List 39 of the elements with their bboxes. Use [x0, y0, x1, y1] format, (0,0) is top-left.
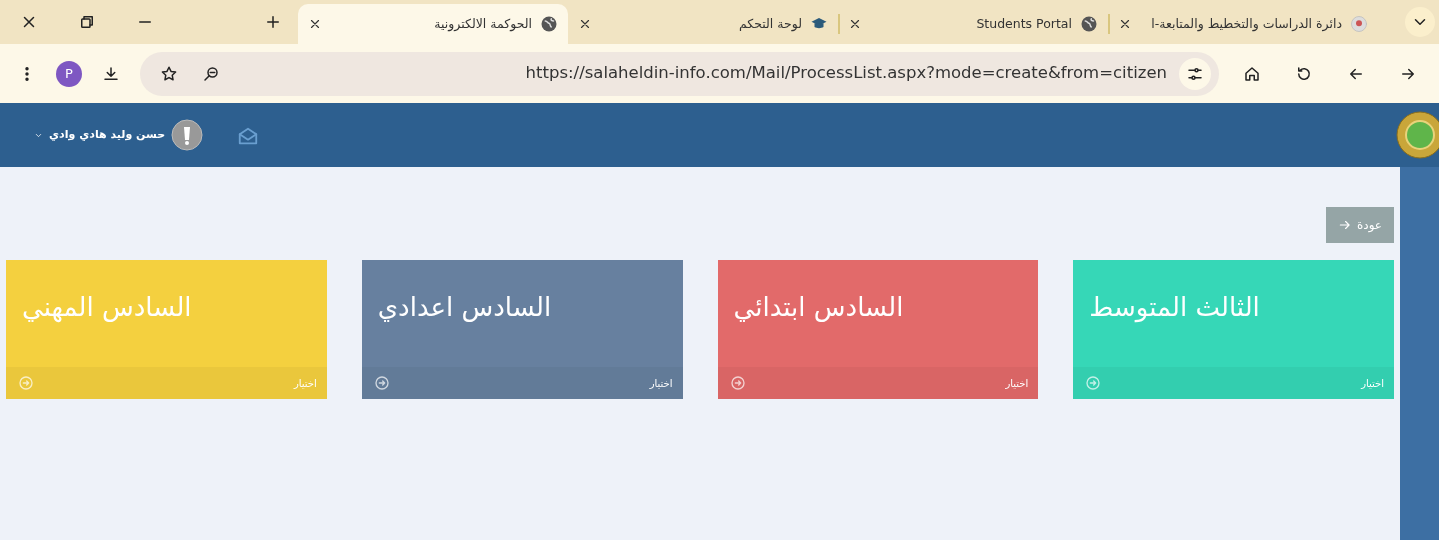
arrow-circle-icon	[18, 375, 34, 391]
profile-avatar[interactable]: P	[56, 60, 82, 87]
globe-icon	[1080, 15, 1098, 34]
arrow-circle-icon	[1085, 375, 1102, 391]
arrow-circle-icon	[729, 375, 746, 391]
tab-title: لوحة التحكم	[738, 14, 802, 34]
emblem-logo[interactable]	[1395, 110, 1439, 160]
browser-tab[interactable]: Students Portal	[838, 4, 1108, 44]
back-button[interactable]: عودة	[1326, 207, 1394, 243]
card-title: السادس اعدادي	[376, 291, 553, 324]
restore-icon[interactable]	[78, 13, 96, 31]
globe-icon	[540, 15, 558, 34]
browser-tab[interactable]: الحوكمة الالكترونية	[298, 4, 568, 44]
card-title: السادس ابتدائي	[732, 291, 905, 324]
star-icon[interactable]	[160, 64, 178, 83]
select-link[interactable]: اختيار	[1005, 375, 1029, 391]
address-bar[interactable]: https://salaheldin-info.com/Mail/ProcessList.aspx?mode=create&from=citizen	[140, 51, 1219, 96]
grade-card[interactable]: السادس اعدادي اختيار	[361, 260, 683, 399]
card-title: الثالث المتوسط	[1088, 291, 1261, 325]
caret-icon[interactable]	[34, 131, 43, 140]
url-text: https://salaheldin-info.com/Mail/ProcessList.aspx?mode=create&from=citizen	[524, 62, 1167, 85]
browser-tab[interactable]: دائرة الدراسات والتخطيط والمتابعة-ا	[1108, 4, 1378, 44]
user-name[interactable]: حسن وليد هادي وادي	[49, 126, 166, 144]
zoom-out-icon[interactable]	[202, 64, 220, 83]
arrow-circle-icon	[373, 375, 390, 391]
grade-card[interactable]: السادس ابتدائي اختيار	[717, 260, 1039, 399]
user-avatar-icon[interactable]	[171, 119, 204, 151]
download-icon[interactable]	[102, 64, 120, 83]
emblem-icon	[1350, 15, 1368, 34]
arrow-right-icon	[1338, 218, 1352, 232]
new-tab-icon[interactable]	[264, 13, 282, 31]
tab-title: دائرة الدراسات والتخطيط والمتابعة-ا	[1150, 14, 1342, 34]
reload-icon[interactable]	[1295, 64, 1313, 83]
tab-title: الحوكمة الالكترونية	[433, 14, 532, 34]
tab-title: Students Portal	[975, 14, 1072, 33]
card-title: السادس المهني	[21, 291, 193, 325]
select-link[interactable]: اختيار	[649, 375, 673, 391]
home-icon[interactable]	[1243, 64, 1261, 83]
browser-tab[interactable]: لوحة التحكم	[568, 4, 838, 44]
